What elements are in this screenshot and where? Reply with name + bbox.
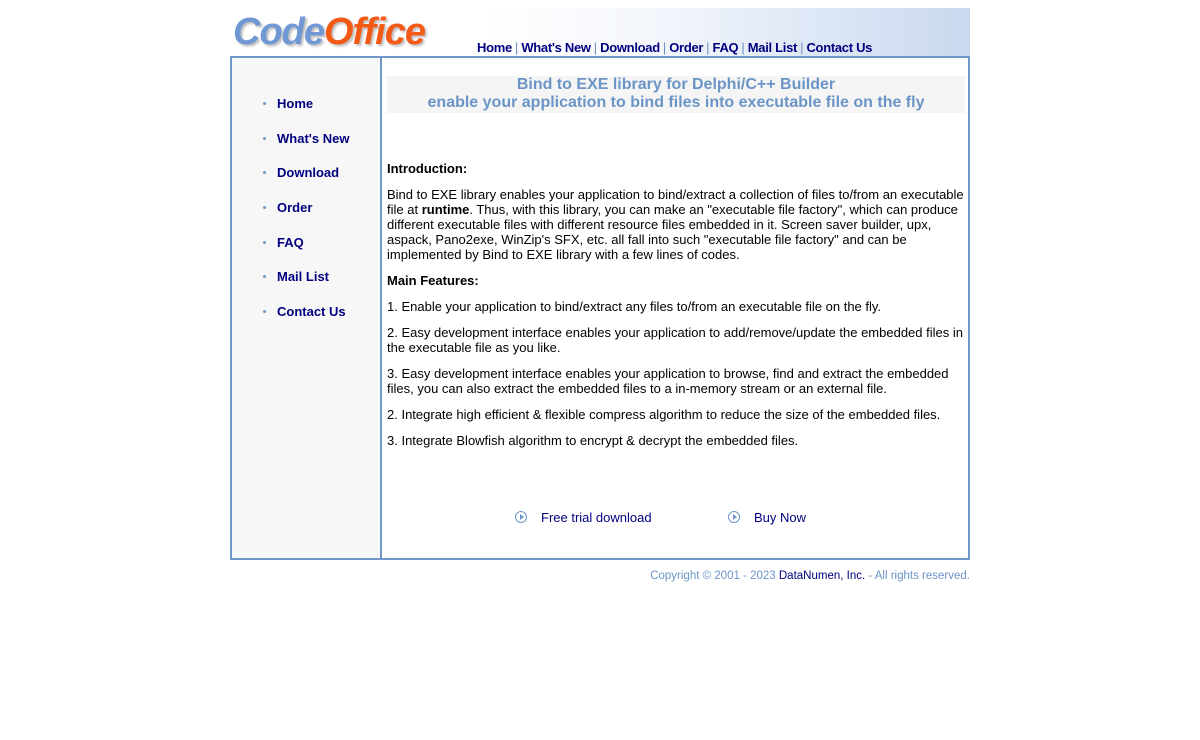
header: CodeOffice Home | What's New | Download | Orde… (230, 8, 970, 56)
bullet-icon (263, 275, 266, 279)
copyright-text: Copyright © 2001 - 2023 (650, 570, 779, 582)
sidebar-item-label: FAQ (277, 234, 304, 250)
page-wrapper: CodeOffice Home | What's New | Download | Orde… (230, 8, 970, 582)
page-title: Bind to EXE library for Delphi/C++ Build… (387, 76, 965, 113)
free-trial-download-link[interactable]: Free trial download (515, 510, 652, 525)
buy-now-link[interactable]: Buy Now (728, 510, 806, 525)
intro-paragraph: Bind to EXE library enables your applica… (387, 187, 965, 262)
sidebar-menu: Home What's New Download Order FAQ Mail … (262, 96, 349, 339)
rights-text: - All rights reserved. (865, 570, 970, 582)
main-frame: Home What's New Download Order FAQ Mail … (230, 56, 970, 560)
feature-item: 2. Easy development interface enables yo… (387, 325, 963, 355)
sidebar-item-label: Order (277, 200, 313, 216)
article-body: Introduction: Bind to EXE library enable… (387, 161, 965, 459)
buy-now-label: Buy Now (754, 510, 807, 525)
bullet-icon (263, 136, 266, 140)
sidebar-item-label: Mail List (277, 269, 330, 285)
company-link[interactable]: DataNumen, Inc. (779, 570, 865, 582)
intro-text-end: . Thus, with this library, you can make … (387, 202, 958, 262)
features-heading: Main Features: (387, 273, 479, 288)
top-nav-home[interactable]: Home (477, 40, 512, 55)
nav-separator: | (514, 40, 519, 55)
intro-bold-runtime: runtime (421, 202, 470, 217)
feature-item: 2. Integrate high efficient & flexible c… (387, 407, 941, 422)
top-nav-download[interactable]: Download (600, 40, 660, 55)
action-links: Free trial download Buy Now (387, 510, 965, 530)
footer: Copyright © 2001 - 2023 DataNumen, Inc. … (230, 570, 970, 582)
top-nav: Home | What's New | Download | Order | FAQ | Mail … (477, 40, 872, 55)
title-line-1: Bind to EXE library for Delphi/C++ Build… (516, 76, 836, 93)
sidebar-item-whats-new[interactable]: What's New (262, 131, 349, 166)
top-nav-mail-list[interactable]: Mail List (748, 40, 798, 55)
sidebar-item-order[interactable]: Order (262, 200, 349, 235)
sidebar-item-label: Home (277, 96, 314, 111)
play-circle-icon (728, 511, 740, 523)
top-nav-order[interactable]: Order (669, 40, 703, 55)
logo[interactable]: CodeOffice (233, 10, 426, 54)
sidebar-item-faq[interactable]: FAQ (262, 235, 349, 270)
sidebar-item-contact-us[interactable]: Contact Us (262, 304, 349, 339)
sidebar-item-home[interactable]: Home (262, 96, 349, 131)
top-nav-faq[interactable]: FAQ (713, 40, 739, 55)
bullet-icon (263, 206, 266, 210)
nav-separator: | (706, 40, 710, 55)
top-nav-contact-us[interactable]: Contact Us (806, 40, 872, 55)
feature-item: 3. Integrate Blowfish algorithm to encry… (387, 433, 799, 448)
bullet-icon (263, 171, 266, 175)
logo-code: Code (233, 11, 325, 53)
sidebar-item-label: What's New (277, 130, 350, 146)
top-nav-whats-new[interactable]: What's New (521, 40, 591, 55)
sidebar-item-label: Download (277, 165, 340, 181)
title-line-2: enable your application to bind files in… (427, 94, 925, 111)
nav-separator: | (741, 40, 745, 55)
sidebar: Home What's New Download Order FAQ Mail … (232, 58, 382, 558)
nav-separator: | (800, 40, 804, 55)
bullet-icon (263, 310, 266, 314)
intro-heading: Introduction: (387, 161, 468, 176)
free-trial-download-label: Free trial download (541, 510, 652, 525)
nav-separator: | (593, 40, 598, 55)
sidebar-item-label: Contact Us (277, 304, 346, 320)
feature-item: 1. Enable your application to bind/extra… (387, 299, 882, 314)
nav-separator: | (662, 40, 667, 55)
bullet-icon (263, 102, 266, 105)
sidebar-item-download[interactable]: Download (262, 165, 349, 200)
sidebar-item-mail-list[interactable]: Mail List (262, 269, 349, 304)
content-area: Bind to EXE library for Delphi/C++ Build… (387, 58, 965, 558)
logo-office: Office (324, 11, 426, 53)
play-circle-icon (515, 511, 527, 523)
feature-item: 3. Easy development interface enables yo… (387, 366, 949, 396)
bullet-icon (263, 240, 266, 244)
